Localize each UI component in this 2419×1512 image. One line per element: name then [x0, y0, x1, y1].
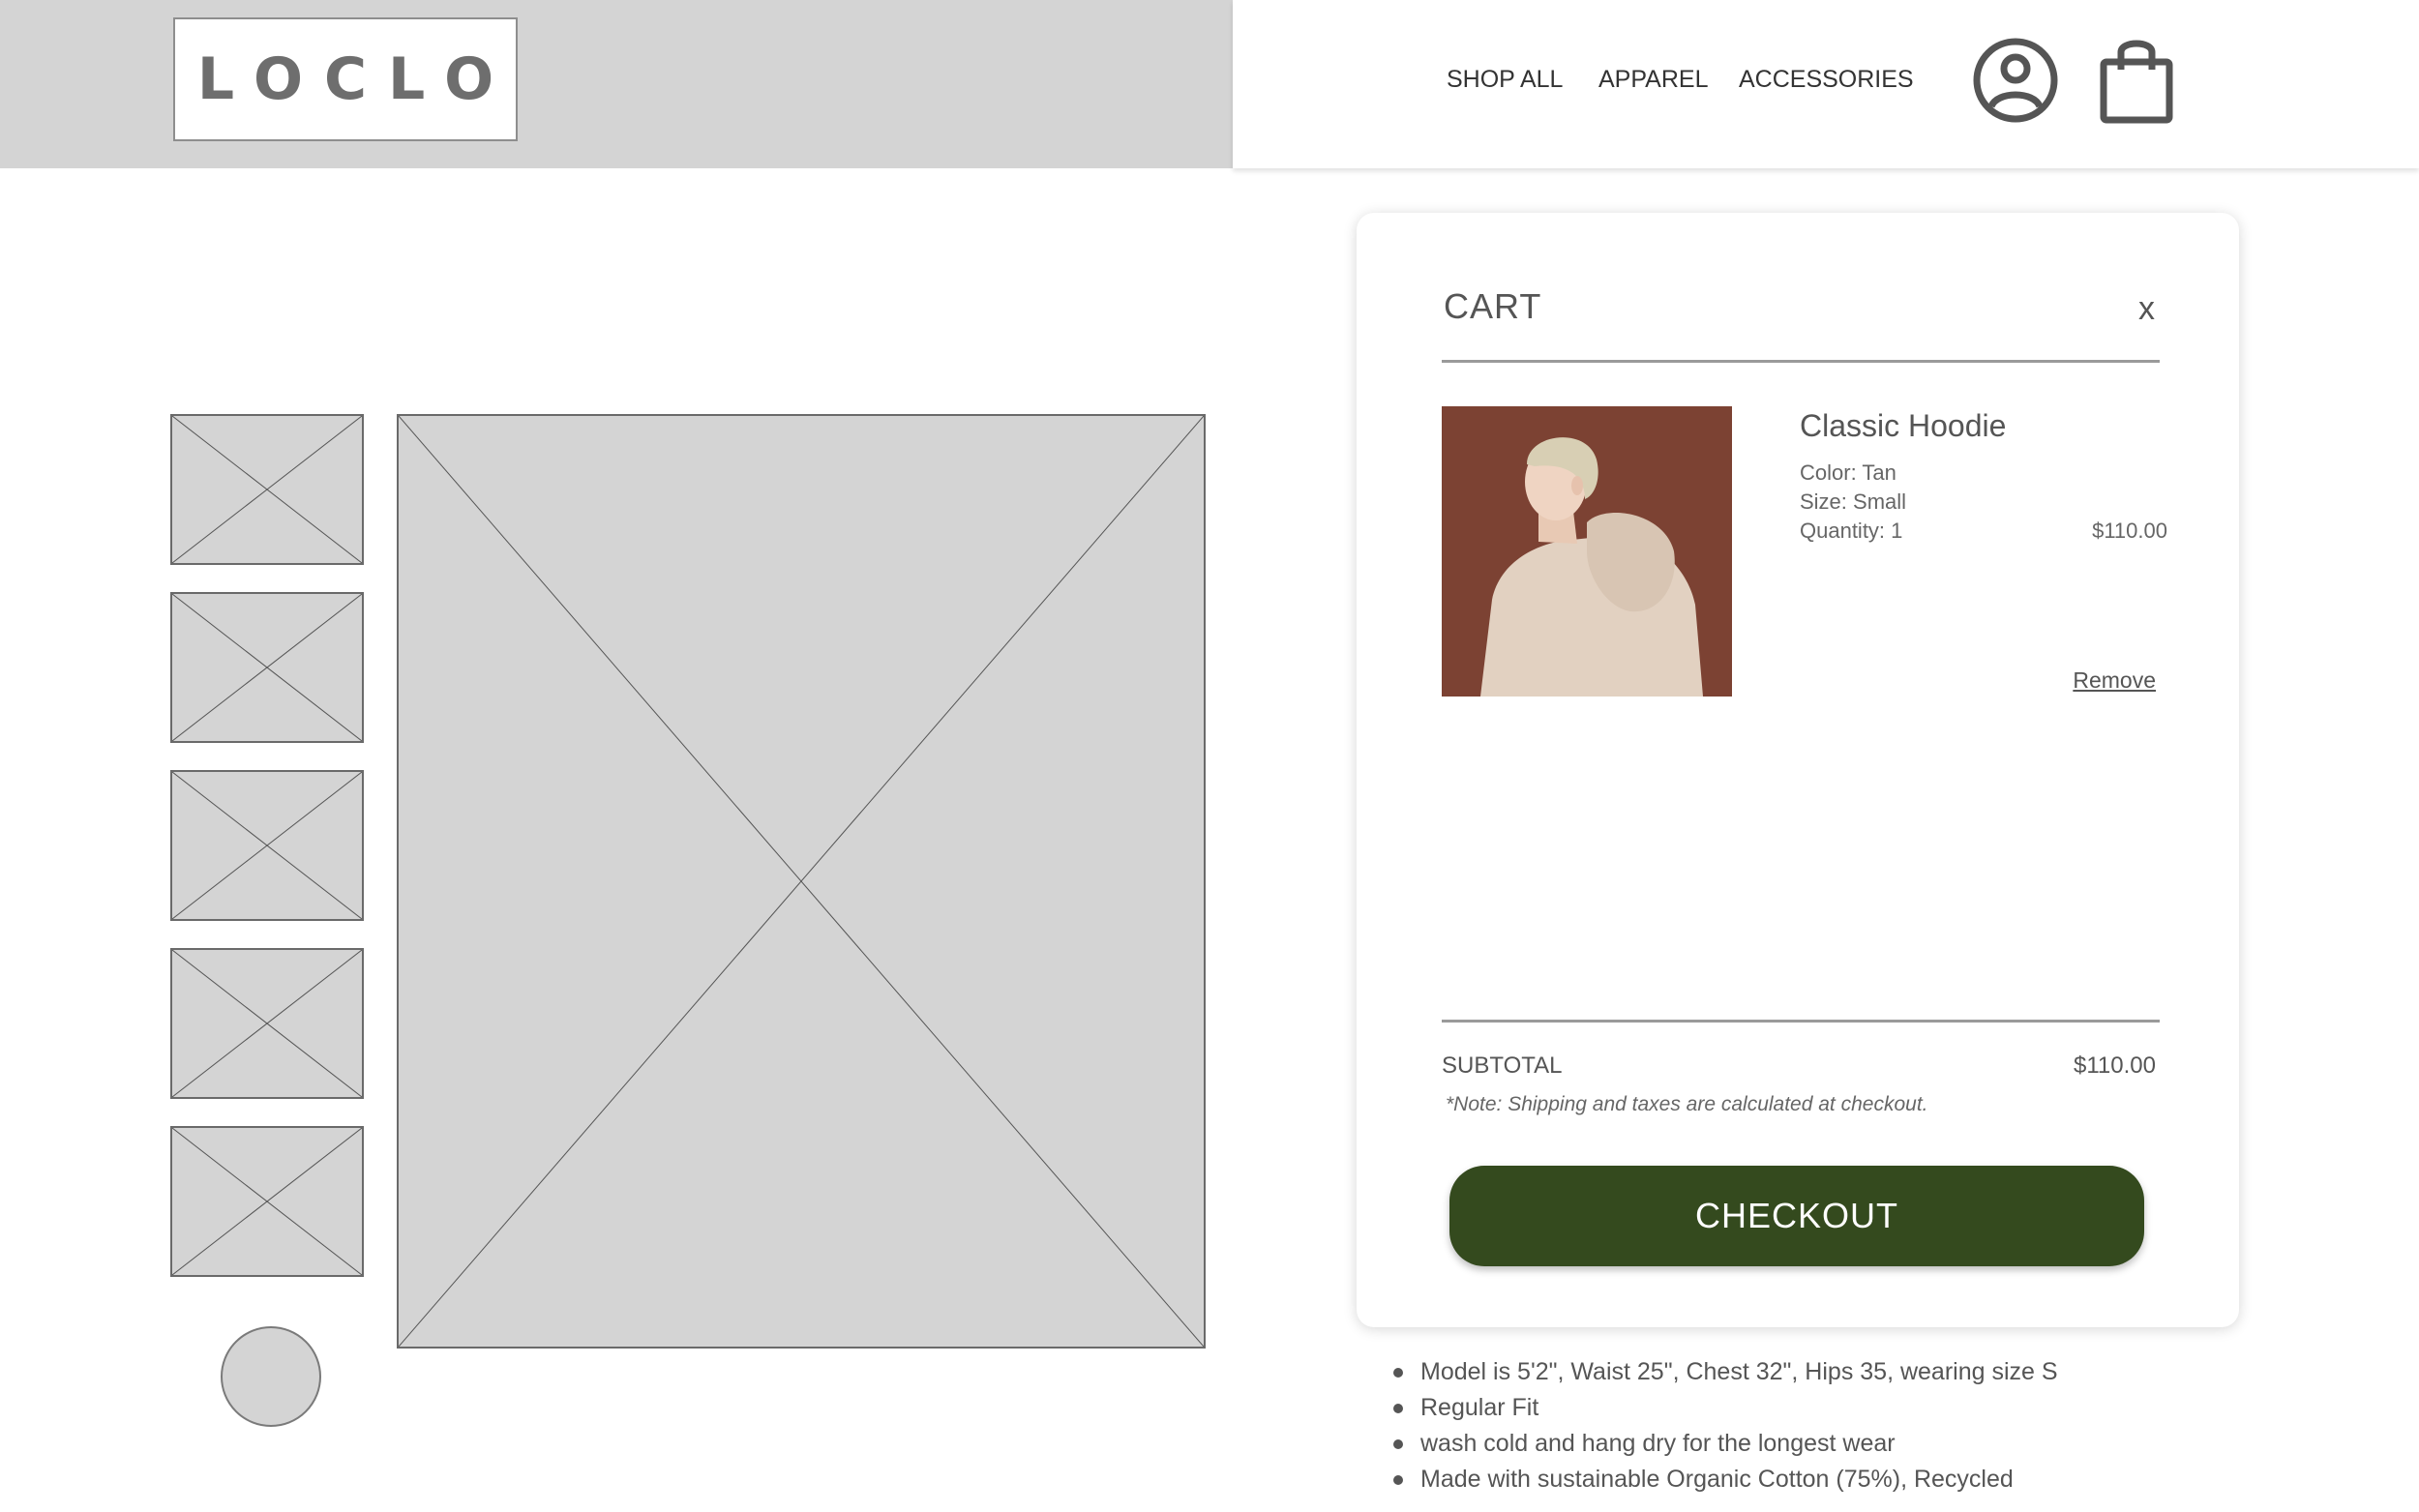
thumbnail-2[interactable]	[170, 592, 364, 743]
main-product-image-placeholder	[397, 414, 1206, 1349]
close-icon[interactable]: x	[2138, 290, 2155, 328]
logo-text: LOCLO	[196, 45, 516, 113]
nav-apparel[interactable]: APPAREL	[1598, 66, 1708, 94]
thumbnail-1[interactable]	[170, 414, 364, 565]
thumbnail-3[interactable]	[170, 770, 364, 921]
cart-item-name: Classic Hoodie	[1800, 408, 2007, 443]
thumbnail-4[interactable]	[170, 948, 364, 1099]
thumbnail-5[interactable]	[170, 1126, 364, 1277]
detail-item: wash cold and hang dry for the longest w…	[1393, 1426, 2058, 1462]
detail-item: Made with sustainable Organic Cotton (75…	[1393, 1462, 2058, 1497]
checkout-button-label: CHECKOUT	[1694, 1196, 1898, 1235]
header-left-panel: LOCLO	[0, 0, 1233, 168]
cart-item-color: Color: Tan	[1800, 460, 1896, 485]
cart-item-price: $110.00	[2092, 519, 2167, 543]
logo[interactable]: LOCLO	[173, 17, 518, 141]
cart-title: CART	[1444, 286, 1542, 326]
nav-accessories[interactable]: ACCESSORIES	[1739, 66, 1914, 94]
detail-item: Regular Fit	[1393, 1390, 2058, 1426]
gallery-scroll-button[interactable]	[221, 1326, 321, 1427]
subtotal-value: $110.00	[2074, 1052, 2156, 1079]
cart-item-size: Size: Small	[1800, 489, 1907, 514]
account-icon[interactable]	[1972, 37, 2059, 124]
cart-panel: CART x Classic Hoodie Color: Tan Size: S…	[1357, 213, 2239, 1327]
divider	[1442, 1020, 2160, 1023]
checkout-button[interactable]: CHECKOUT	[1449, 1166, 2144, 1266]
divider	[1442, 360, 2160, 363]
product-thumbnail	[1442, 406, 1732, 697]
shopping-bag-icon[interactable]	[2100, 37, 2173, 124]
checkout-note: *Note: Shipping and taxes are calculated…	[1446, 1093, 1928, 1115]
product-details-list: Model is 5'2", Waist 25", Chest 32", Hip…	[1393, 1354, 2058, 1497]
cart-item-quantity: Quantity: 1	[1800, 519, 1903, 543]
subtotal-label: SUBTOTAL	[1442, 1052, 1563, 1079]
detail-item: Model is 5'2", Waist 25", Chest 32", Hip…	[1393, 1354, 2058, 1390]
remove-item-link[interactable]: Remove	[2073, 667, 2156, 694]
nav-shop-all[interactable]: SHOP ALL	[1447, 66, 1563, 94]
